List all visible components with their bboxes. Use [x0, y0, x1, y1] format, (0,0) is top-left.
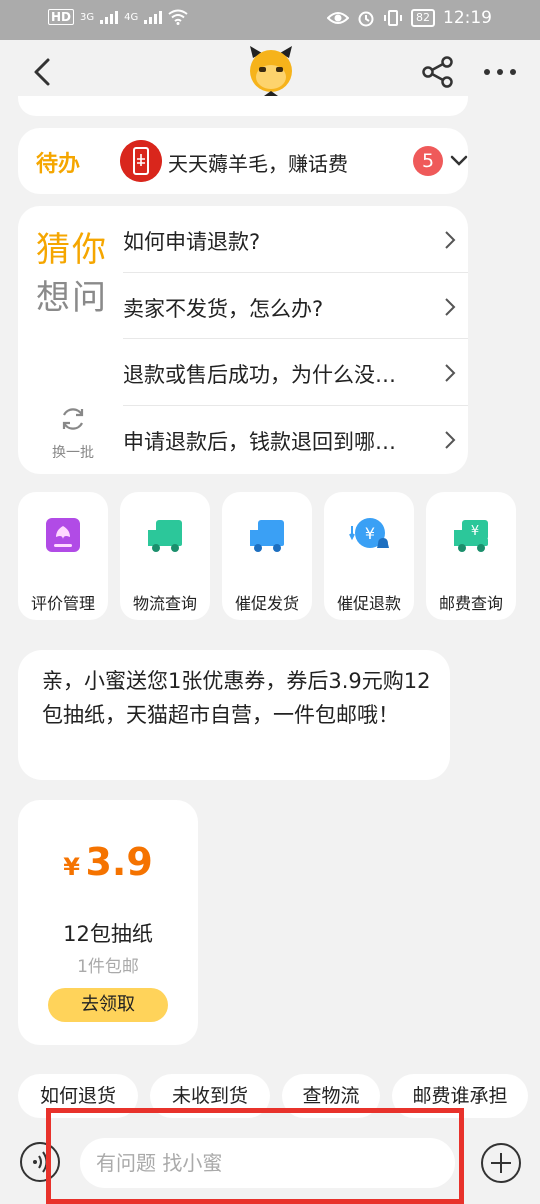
eye-icon — [327, 12, 349, 24]
todo-card[interactable]: 待办 天天薅羊毛，赚话费 5 — [18, 128, 468, 194]
tool-label: 物流查询 — [132, 594, 197, 613]
tool-urge-shipping[interactable]: 催促发货 — [222, 492, 312, 620]
service-tools-row: 评价管理 物流查询 催促发货 ¥ 催促退款 ¥ 邮费查询 — [18, 492, 540, 620]
chevron-right-icon — [445, 430, 456, 449]
wifi-icon — [168, 9, 188, 25]
tool-urge-refund[interactable]: ¥ 催促退款 — [324, 492, 414, 620]
tool-label: 邮费查询 — [438, 594, 503, 613]
message-input[interactable]: 有问题 找小蜜 — [80, 1138, 455, 1188]
chat-message-text: 亲，小蜜送您1张优惠券，券后3.9元购12包抽纸，天猫超市自营，一件包邮哦！ — [42, 669, 431, 727]
voice-icon — [33, 1151, 48, 1173]
question-text: 退款或售后成功，为什么没… — [123, 363, 396, 387]
tool-label: 评价管理 — [30, 594, 95, 613]
quick-reply-chip[interactable]: 查物流 — [282, 1074, 380, 1118]
todo-tag: 待办 — [36, 152, 81, 177]
question-item[interactable]: 卖家不发货，怎么办? — [123, 273, 468, 339]
truck-yen-icon: ¥ — [454, 520, 488, 552]
signal-4g-label: 4G — [124, 11, 139, 23]
status-bar: HD 3G 4G 82 12:19 — [0, 0, 540, 40]
network-label: HD — [48, 9, 75, 25]
currency-symbol: ¥ — [63, 853, 80, 881]
suggested-title-line2: 想问 — [36, 278, 108, 318]
refresh-label: 换一批 — [52, 445, 94, 461]
chevron-right-icon — [445, 297, 456, 316]
quick-reply-chip[interactable]: 如何退货 — [18, 1074, 138, 1118]
claim-coupon-button[interactable]: 去领取 — [48, 988, 168, 1022]
price-value: 3.9 — [85, 840, 153, 884]
signal-3g-label: 3G — [80, 11, 95, 23]
svg-text:¥: ¥ — [471, 524, 479, 539]
chat-input-bar: 有问题 找小蜜 — [0, 1118, 540, 1204]
tool-postage-query[interactable]: ¥ 邮费查询 — [426, 492, 516, 620]
more-dots-icon[interactable] — [480, 54, 520, 90]
refund-bell-icon: ¥ — [349, 518, 389, 548]
question-item[interactable]: 如何申请退款? — [123, 206, 468, 273]
tool-logistics-query[interactable]: 物流查询 — [120, 492, 210, 620]
phone-app-icon — [120, 140, 162, 182]
signal-bars-icon — [100, 10, 119, 24]
suggested-questions-card: 猜你 想问 换一批 如何申请退款? 卖家不发货，怎么办? 退款或售后成功，为什么… — [18, 206, 468, 474]
voice-button[interactable] — [20, 1142, 60, 1182]
previous-card-edge — [18, 96, 468, 116]
chevron-right-icon — [445, 231, 456, 249]
quick-reply-chip[interactable]: 未收到货 — [150, 1074, 270, 1118]
question-text: 如何申请退款? — [123, 230, 261, 254]
xiaomi-mascot-icon — [250, 46, 292, 101]
todo-count-badge: 5 — [413, 146, 443, 176]
truck-icon — [148, 520, 182, 552]
chevron-down-icon[interactable] — [448, 150, 470, 172]
svg-text:¥: ¥ — [365, 524, 375, 543]
quick-reply-chip[interactable]: 邮费谁承担 — [392, 1074, 528, 1118]
review-icon — [46, 518, 80, 552]
refresh-icon — [62, 408, 84, 430]
todo-title: 天天薅羊毛，赚话费 — [168, 152, 348, 176]
refresh-button[interactable]: 换一批 — [46, 404, 100, 462]
chat-message-bubble: 亲，小蜜送您1张优惠券，券后3.9元购12包抽纸，天猫超市自营，一件包邮哦！ — [18, 650, 450, 780]
question-list: 如何申请退款? 卖家不发货，怎么办? 退款或售后成功，为什么没… 申请退款后，钱… — [123, 206, 468, 472]
question-text: 卖家不发货，怎么办? — [123, 296, 324, 321]
tool-label: 催促发货 — [234, 594, 299, 613]
truck-icon — [250, 520, 284, 552]
coupon-card[interactable]: ¥ 3.9 12包抽纸 1件包邮 去领取 — [18, 800, 198, 1045]
chevron-right-icon — [445, 364, 456, 382]
tool-review-management[interactable]: 评价管理 — [18, 492, 108, 620]
suggested-title-line1: 猜你 — [36, 230, 108, 270]
question-text: 申请退款后，钱款退回到哪… — [123, 429, 396, 454]
battery-indicator: 82 — [411, 9, 435, 27]
share-icon[interactable] — [420, 54, 456, 90]
chevron-left-icon[interactable] — [26, 54, 62, 90]
plus-icon[interactable] — [480, 1142, 522, 1184]
quick-reply-row: 如何退货 未收到货 查物流 邮费谁承担 — [18, 1074, 540, 1118]
coupon-price: ¥ 3.9 — [18, 840, 198, 884]
signal-bars-icon — [144, 10, 163, 24]
vibrate-icon — [384, 10, 402, 26]
coupon-product-name: 12包抽纸 — [63, 922, 153, 946]
tool-label: 催促退款 — [336, 594, 401, 613]
question-item[interactable]: 申请退款后，钱款退回到哪… — [123, 406, 468, 473]
clock-time: 12:19 — [443, 8, 492, 28]
alarm-icon — [358, 11, 374, 27]
question-item[interactable]: 退款或售后成功，为什么没… — [123, 339, 468, 406]
coupon-shipping-note: 1件包邮 — [77, 957, 139, 977]
